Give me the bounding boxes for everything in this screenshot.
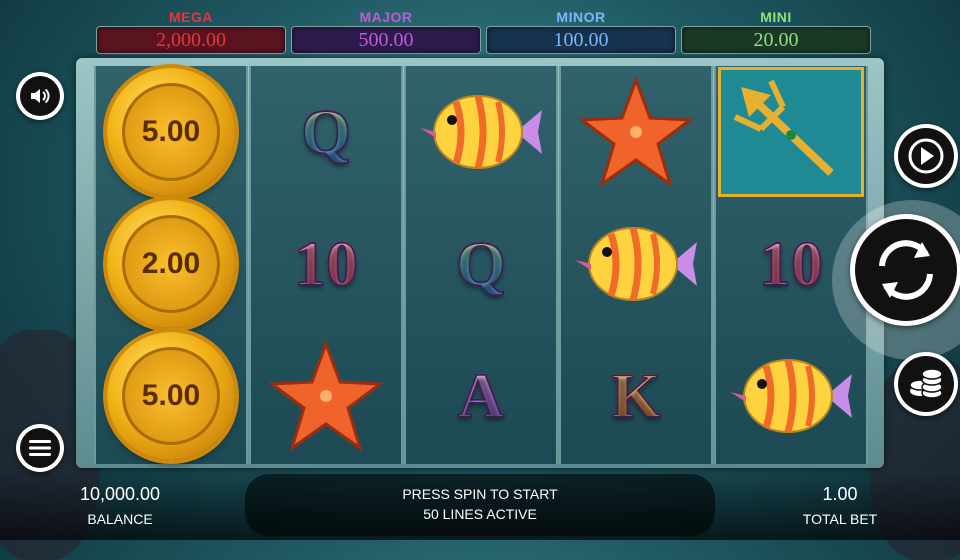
sound-button[interactable] xyxy=(16,72,64,120)
symbol-text: K xyxy=(610,359,662,432)
jackpot-value: 100.00 xyxy=(486,26,676,54)
coin-symbol: 5.00 xyxy=(96,330,246,462)
speaker-icon xyxy=(20,76,60,116)
jackpot-0: MEGA 2,000.00 xyxy=(96,8,286,56)
starfish-icon xyxy=(561,66,711,198)
jackpot-value: 500.00 xyxy=(291,26,481,54)
status-message: PRESS SPIN TO START xyxy=(402,486,558,502)
fish-icon xyxy=(716,330,866,462)
bet-button[interactable] xyxy=(894,352,958,416)
coin-icon: 5.00 xyxy=(107,332,235,460)
balance-label: BALANCE xyxy=(87,511,153,527)
jackpot-label: MINI xyxy=(760,9,792,25)
jackpot-value: 20.00 xyxy=(681,26,871,54)
jackpot-value: 2,000.00 xyxy=(96,26,286,54)
letter-symbol: A xyxy=(406,330,556,462)
letter-symbol: Q xyxy=(251,66,401,198)
total-bet-value[interactable]: 1.00 xyxy=(780,484,900,505)
coin-icon: 2.00 xyxy=(107,200,235,328)
reel-2: Q 10 xyxy=(249,66,403,464)
coin-icon: 5.00 xyxy=(107,68,235,196)
spin-button[interactable] xyxy=(850,214,960,326)
reel-3: QA xyxy=(404,66,558,464)
coin-symbol: 2.00 xyxy=(96,198,246,330)
symbol-text: A xyxy=(457,359,505,432)
symbol-text: 10 xyxy=(293,227,359,300)
letter-symbol: K xyxy=(561,330,711,462)
fish-icon xyxy=(561,198,711,330)
starfish-icon xyxy=(251,330,401,462)
coin-value: 5.00 xyxy=(141,115,201,148)
total-bet-label: TOTAL BET xyxy=(802,511,878,527)
jackpot-label: MEGA xyxy=(169,9,213,25)
autoplay-button[interactable] xyxy=(894,124,958,188)
menu-button[interactable] xyxy=(16,424,64,472)
jackpot-1: MAJOR 500.00 xyxy=(291,8,481,56)
play-icon xyxy=(898,128,954,184)
spin-arrows-icon xyxy=(855,219,957,321)
coin-value: 2.00 xyxy=(141,247,201,280)
fish-icon xyxy=(406,66,556,198)
coin-stack-icon xyxy=(898,356,954,412)
hamburger-icon xyxy=(20,428,60,468)
jackpot-3: MINI 20.00 xyxy=(681,8,871,56)
letter-symbol: 10 xyxy=(251,198,401,330)
balance-value: 10,000.00 xyxy=(79,484,161,504)
coin-symbol: 5.00 xyxy=(96,66,246,198)
jackpot-label: MAJOR xyxy=(359,9,413,25)
letter-symbol: Q xyxy=(406,198,556,330)
trident-icon xyxy=(716,66,866,198)
status-panel xyxy=(245,474,715,536)
symbol-text: 10 xyxy=(758,227,824,300)
reel-4: K xyxy=(559,66,713,464)
reel-1: 5.00 2.00 5.00 xyxy=(94,66,248,464)
jackpot-label: MINOR xyxy=(556,9,606,25)
jackpot-2: MINOR 100.00 xyxy=(486,8,676,56)
symbol-text: Q xyxy=(300,95,352,168)
lines-active-text: 50 LINES ACTIVE xyxy=(423,506,537,522)
coin-value: 5.00 xyxy=(141,379,201,412)
symbol-text: Q xyxy=(455,227,507,300)
